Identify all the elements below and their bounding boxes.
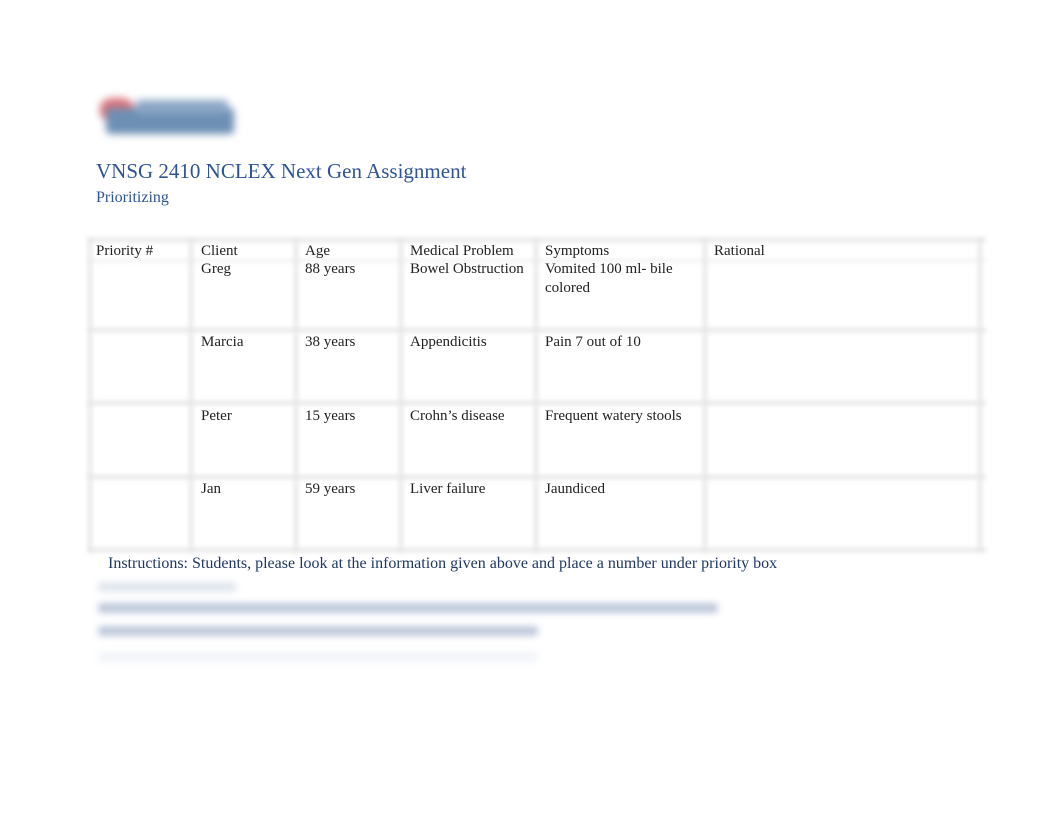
age-cell: 38 years [305,334,356,350]
age-cell: 15 years [305,408,356,424]
priority-table: Priority # Client Age Medical Problem Sy… [88,238,986,553]
medical-problem-cell: Bowel Obstruction [410,261,524,277]
column-header-medical-problem: Medical Problem [410,243,514,259]
logo-text-mark [136,100,228,114]
instructions-text: Instructions: Students, please look at t… [108,555,778,572]
blurred-text-line [98,582,236,592]
symptoms-cell: Frequent watery stools [545,408,682,424]
blurred-text-line [98,603,718,613]
client-cell: Peter [201,408,232,424]
client-cell: Jan [201,481,221,497]
priority-cell[interactable] [96,481,186,545]
priority-cell[interactable] [96,334,186,398]
table-col-divider [189,238,193,552]
symptoms-cell: Jaundiced [545,481,605,497]
symptoms-cell: Pain 7 out of 10 [545,334,641,350]
column-header-priority: Priority # [96,243,154,259]
rational-cell[interactable] [714,481,974,545]
college-logo [96,92,240,142]
age-cell: 88 years [305,261,356,277]
priority-cell[interactable] [96,408,186,472]
column-header-rational: Rational [714,243,765,259]
column-header-symptoms: Symptoms [545,243,610,259]
table-border-left [88,238,92,552]
table-col-divider [399,238,403,552]
table-col-divider [534,238,538,552]
medical-problem-cell: Appendicitis [410,334,487,350]
table-col-divider [294,238,298,552]
symptoms-cell: Vomited 100 ml- bile [545,261,673,277]
table-col-divider [703,238,707,552]
medical-problem-cell: Liver failure [410,481,486,497]
blurred-text-line [98,652,538,662]
document-subtitle: Prioritizing [96,189,169,206]
column-header-client: Client [201,243,238,259]
column-header-age: Age [305,243,330,259]
priority-cell[interactable] [96,262,186,326]
rational-cell[interactable] [714,262,974,326]
age-cell: 59 years [305,481,356,497]
medical-problem-cell: Crohn’s disease [410,408,505,424]
table-border-right [978,238,982,552]
blurred-text-line [98,626,538,636]
rational-cell[interactable] [714,334,974,398]
client-cell: Marcia [201,334,244,350]
document-title: VNSG 2410 NCLEX Next Gen Assignment [96,159,467,183]
rational-cell[interactable] [714,408,974,472]
client-cell: Greg [201,261,231,277]
symptoms-cell-continued: colored [545,280,590,296]
